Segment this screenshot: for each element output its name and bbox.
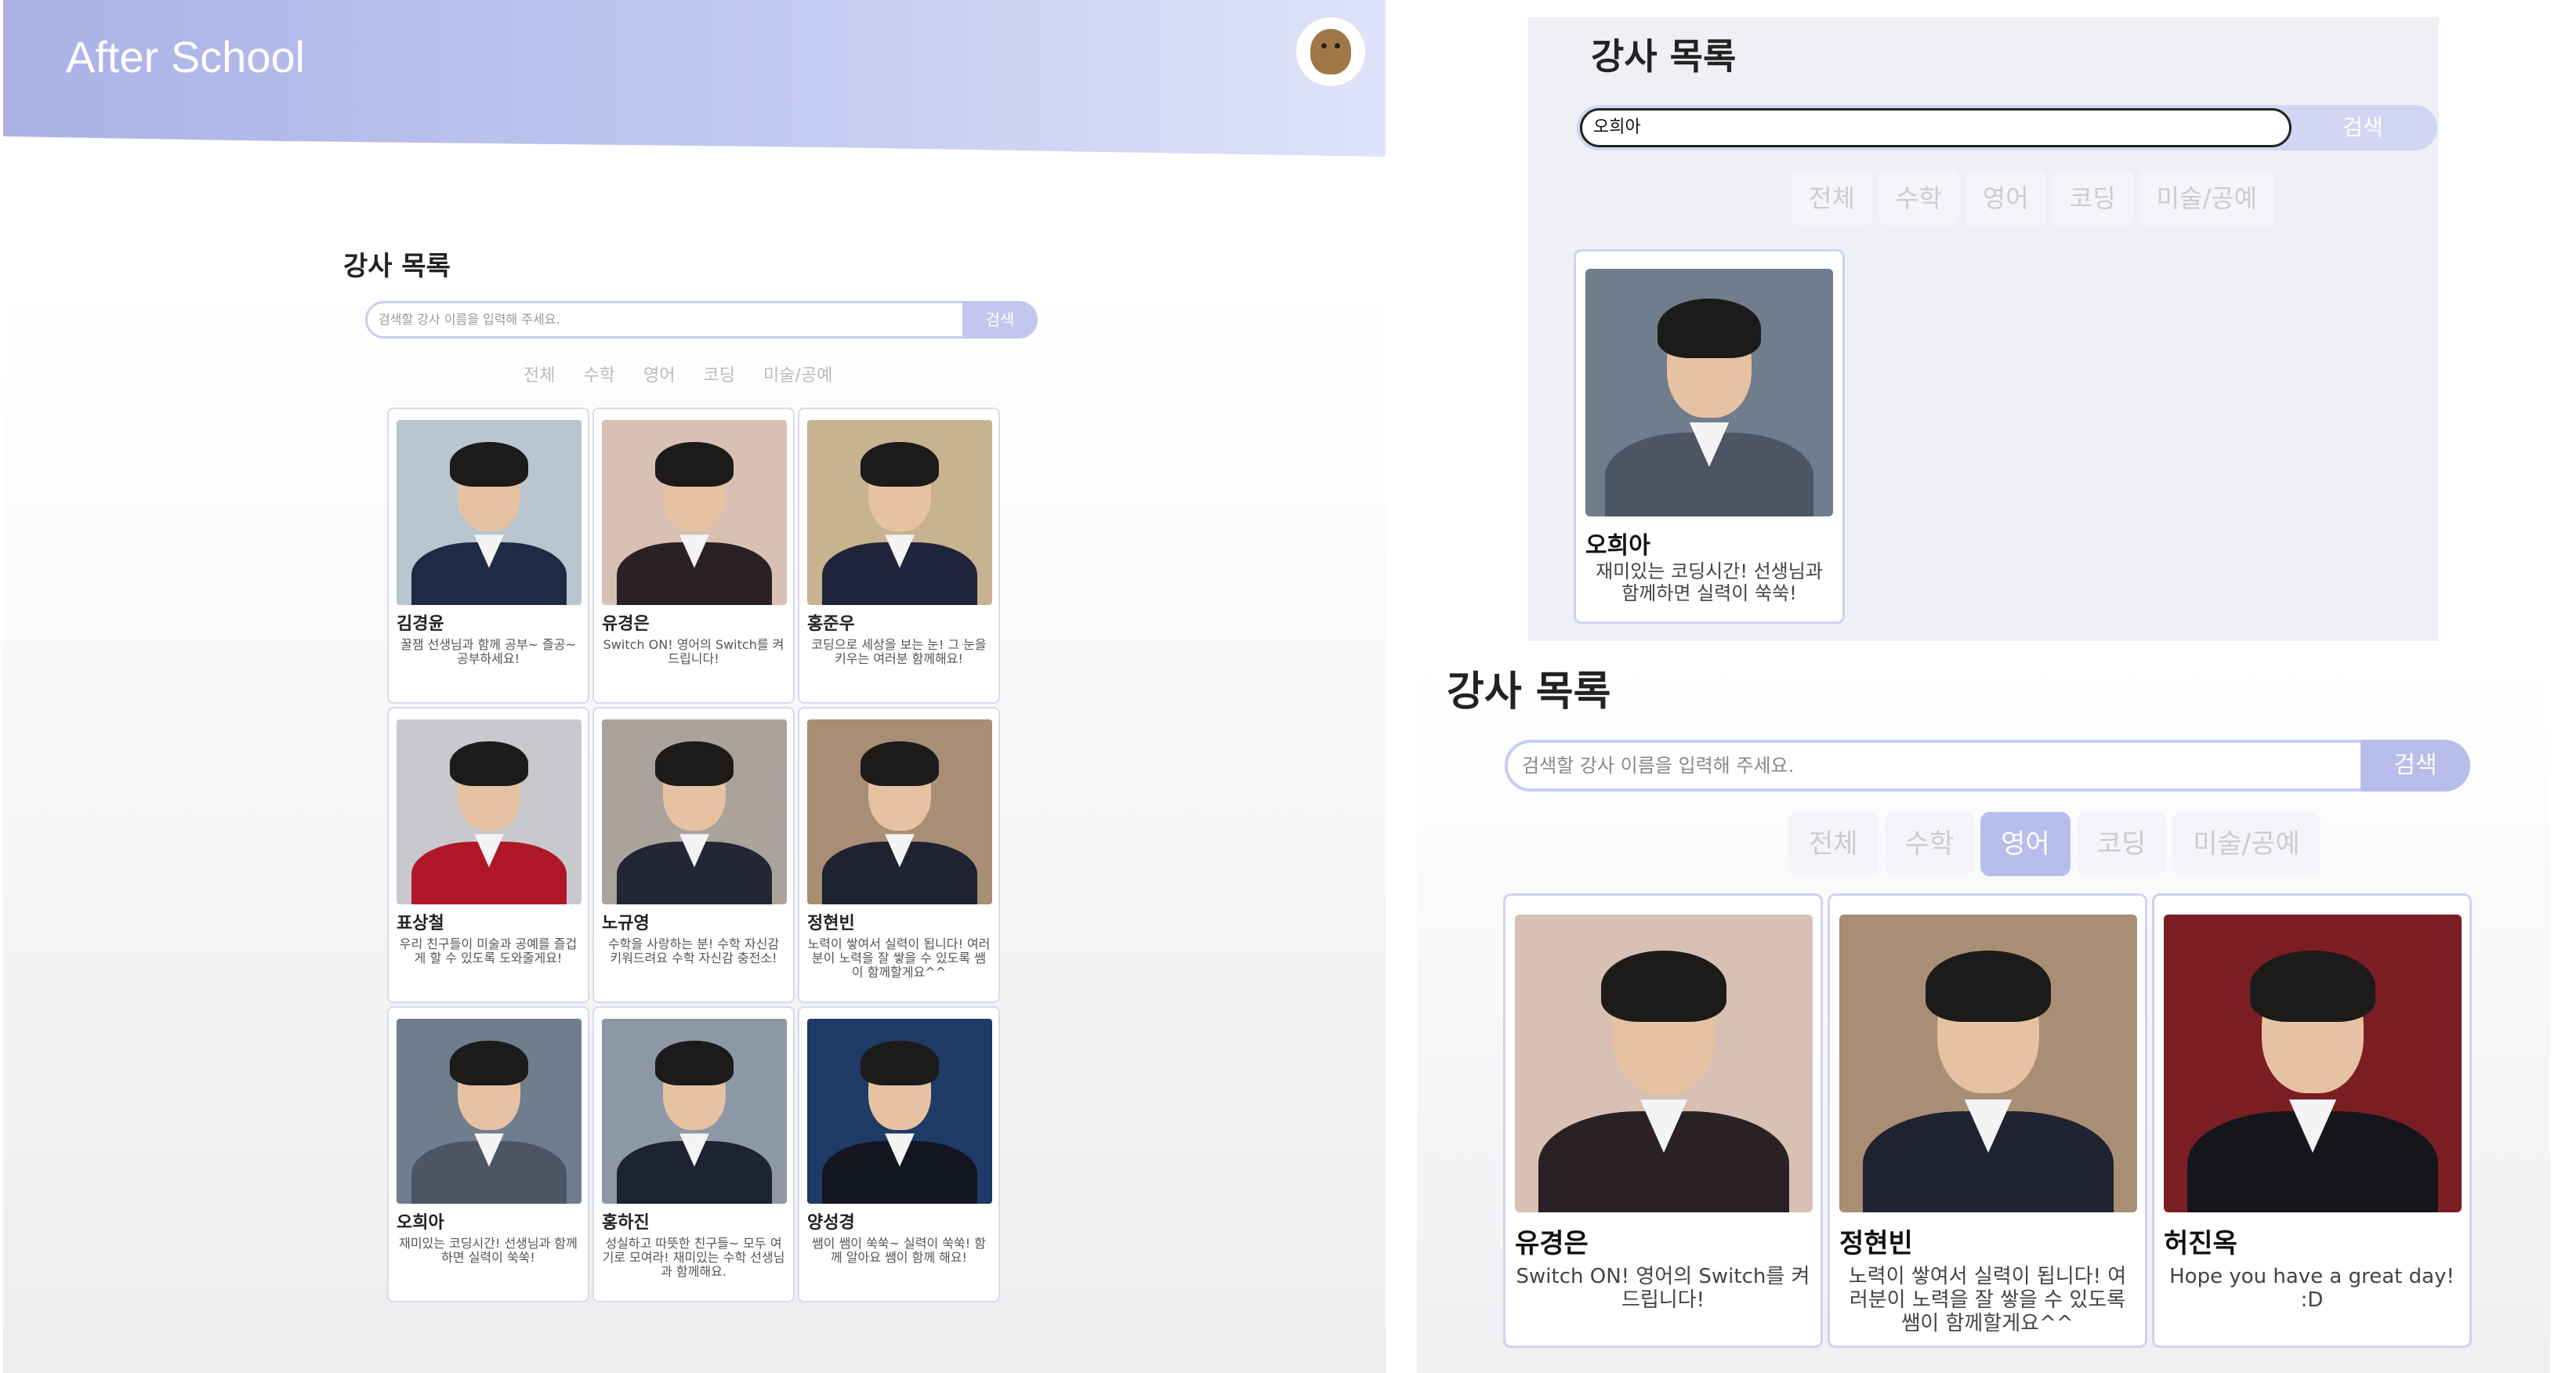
teacher-photo xyxy=(1839,915,2137,1212)
teacher-card[interactable]: 표상철우리 친구들이 미술과 공예를 즐겁게 할 수 있도록 도와줄게요! xyxy=(387,707,589,1003)
search-button[interactable]: 검색 xyxy=(2288,105,2437,150)
teacher-name: 정현빈 xyxy=(807,914,855,933)
teacher-description: 꿀잼 선생님과 함께 공부~ 즐공~ 공부하세요! xyxy=(400,637,576,666)
teacher-card[interactable]: 허진옥 Hope you have a great day! :D xyxy=(2152,893,2472,1348)
teacher-name: 오희아 xyxy=(397,1213,444,1233)
search-button[interactable]: 검색 xyxy=(962,301,1038,339)
teacher-photo xyxy=(397,420,582,605)
search-result-panel: 강사 목록 오희아 검색 전체 수학 영어 코딩 미술/공예 오희아 재미있는 코딩시간… xyxy=(1528,17,2439,641)
teacher-card[interactable]: 오희아재미있는 코딩시간! 선생님과 함께하면 실력이 쑥쑥! xyxy=(387,1006,589,1302)
teacher-description: 수학을 사랑하는 분! 수학 자신감 키워드려요 수학 자신감 충전소! xyxy=(607,936,780,965)
teacher-description: 성실하고 따뜻한 친구들~ 모두 여기로 모여라! 재미있는 수학 선생님과 함… xyxy=(602,1236,785,1279)
teacher-description: 노력이 쌓여서 실력이 됩니다! 여러분이 노력을 잘 쌓을 수 있도록 쌤이 … xyxy=(1848,1265,2127,1335)
teacher-name: 허진옥 xyxy=(2164,1228,2237,1259)
teacher-photo xyxy=(602,1019,787,1204)
teacher-card[interactable]: 유경은 Switch ON! 영어의 Switch를 켜 드립니다! xyxy=(1503,893,1823,1348)
teacher-photo xyxy=(807,1019,992,1204)
profile-avatar[interactable] xyxy=(1296,17,1365,86)
filter-tab[interactable]: 전체 xyxy=(513,360,566,392)
teacher-description: Switch ON! 영어의 Switch를 켜 드립니다! xyxy=(1516,1265,1810,1312)
teacher-photo xyxy=(1585,269,1833,516)
filter-tab[interactable]: 미술/공예 xyxy=(2172,812,2321,876)
filter-tab[interactable]: 수학 xyxy=(1884,812,1975,876)
filter-tab[interactable]: 수학 xyxy=(1878,171,1959,226)
teacher-grid: 유경은 Switch ON! 영어의 Switch를 켜 드립니다! 정현빈노력이 … xyxy=(1503,893,2472,1348)
category-filters: 전체 수학 영어 코딩 미술/공예 xyxy=(1788,812,2321,876)
search-button[interactable]: 검색 xyxy=(2360,740,2470,792)
teacher-description: 쌤이 쌤이 쑥쑥~ 실력이 쑥쑥! 함께 알아요 쌤이 함께 해요! xyxy=(812,1236,986,1265)
teacher-card[interactable]: 유경은 Switch ON! 영어의 Switch를 켜 드립니다! xyxy=(592,408,795,704)
brand-logo-text[interactable]: After School xyxy=(66,31,305,82)
page-title: 강사 목록 xyxy=(343,251,451,282)
filter-tab[interactable]: 영어 xyxy=(632,360,686,392)
teacher-grid: 김경윤꿀잼 선생님과 함께 공부~ 즐공~ 공부하세요! 유경은 Switch ON… xyxy=(387,408,1000,1302)
filter-tab[interactable]: 전체 xyxy=(1788,812,1879,876)
search-input[interactable]: 검색할 강사 이름을 입력해 주세요. xyxy=(1522,743,1794,788)
teacher-name: 정현빈 xyxy=(1839,1228,1913,1259)
teacher-photo xyxy=(2164,915,2462,1212)
teacher-photo xyxy=(807,420,992,605)
search-bar: 검색할 강사 이름을 입력해 주세요. 검색 xyxy=(1505,740,2470,792)
teacher-card[interactable]: 김경윤꿀잼 선생님과 함께 공부~ 즐공~ 공부하세요! xyxy=(387,408,589,704)
teacher-card[interactable]: 홍하진성실하고 따뜻한 친구들~ 모두 여기로 모여라! 재미있는 수학 선생님… xyxy=(592,1006,795,1302)
filter-tab[interactable]: 수학 xyxy=(572,360,625,392)
category-filters: 전체 수학 영어 코딩 미술/공예 xyxy=(513,360,843,392)
teacher-name: 김경윤 xyxy=(397,614,444,634)
teacher-description: Hope you have a great day! :D xyxy=(2169,1265,2455,1312)
teacher-card[interactable]: 노규영수학을 사랑하는 분! 수학 자신감 키워드려요 수학 자신감 충전소! xyxy=(592,707,795,1003)
teacher-name: 양성경 xyxy=(807,1213,855,1233)
search-input[interactable]: 검색할 강사 이름을 입력해 주세요. xyxy=(379,303,560,336)
filter-tab[interactable]: 코딩 xyxy=(2052,171,2133,226)
teacher-description: 노력이 쌓여서 실력이 됩니다! 여러분이 노력을 잘 쌓을 수 있도록 쌤이 … xyxy=(807,936,991,980)
search-bar: 검색할 강사 이름을 입력해 주세요. 검색 xyxy=(365,301,1038,339)
teacher-photo xyxy=(397,1019,582,1204)
teacher-photo xyxy=(1515,915,1813,1212)
teacher-card[interactable]: 정현빈노력이 쌓여서 실력이 됩니다! 여러분이 노력을 잘 쌓을 수 있도록 … xyxy=(798,707,1000,1003)
teacher-description: 코딩으로 세상을 보는 눈! 그 눈을 키우는 여러분 함께해요! xyxy=(811,637,987,666)
teacher-name: 유경은 xyxy=(1515,1228,1589,1259)
teacher-name: 표상철 xyxy=(397,914,444,933)
page-title: 강사 목록 xyxy=(1447,668,1611,715)
teacher-photo xyxy=(602,719,787,904)
search-input[interactable]: 오희아 xyxy=(1580,108,2292,147)
page-title: 강사 목록 xyxy=(1591,35,1737,78)
teacher-description: 우리 친구들이 미술과 공예를 즐겁게 할 수 있도록 도와줄게요! xyxy=(399,936,578,965)
teacher-name: 오희아 xyxy=(1585,532,1650,560)
teacher-card[interactable]: 정현빈노력이 쌓여서 실력이 됩니다! 여러분이 노력을 잘 쌓을 수 있도록 … xyxy=(1828,893,2147,1348)
search-bar: 오희아 검색 xyxy=(1577,105,2437,150)
teacher-description: Switch ON! 영어의 Switch를 켜 드립니다! xyxy=(603,637,784,666)
teacher-name: 홍하진 xyxy=(602,1213,650,1233)
teacher-photo xyxy=(397,719,582,904)
teacher-name: 유경은 xyxy=(602,614,650,634)
category-filters: 전체 수학 영어 코딩 미술/공예 xyxy=(1792,171,2275,226)
teacher-card[interactable]: 오희아 재미있는 코딩시간! 선생님과 함께하면 실력이 쑥쑥! xyxy=(1574,249,1845,624)
filter-tab[interactable]: 미술/공예 xyxy=(2139,171,2275,226)
teacher-photo xyxy=(807,719,992,904)
teacher-name: 노규영 xyxy=(602,914,650,933)
teacher-description: 재미있는 코딩시간! 선생님과 함께하면 실력이 쑥쑥! xyxy=(399,1236,578,1265)
teacher-card[interactable]: 홍준우코딩으로 세상을 보는 눈! 그 눈을 키우는 여러분 함께해요! xyxy=(798,408,1000,704)
filter-tab[interactable]: 영어 xyxy=(1980,812,2071,876)
main-page-panel: After School 강사 목록 검색할 강사 이름을 입력해 주세요. 검… xyxy=(3,0,1386,1373)
potato-mascot-icon xyxy=(1310,29,1351,74)
filter-tab[interactable]: 영어 xyxy=(1965,171,2046,226)
filter-tab[interactable]: 코딩 xyxy=(2076,812,2167,876)
teacher-name: 홍준우 xyxy=(807,614,855,634)
filter-tab[interactable]: 코딩 xyxy=(692,360,745,392)
teacher-description: 재미있는 코딩시간! 선생님과 함께하면 실력이 쑥쑥! xyxy=(1596,560,1823,604)
filter-tab[interactable]: 전체 xyxy=(1792,171,1872,226)
filter-tab[interactable]: 미술/공예 xyxy=(752,360,843,392)
teacher-photo xyxy=(602,420,787,605)
filter-result-panel: 강사 목록 검색할 강사 이름을 입력해 주세요. 검색 전체 수학 영어 코딩 미술/… xyxy=(1417,654,2550,1373)
teacher-card[interactable]: 양성경쌤이 쌤이 쑥쑥~ 실력이 쑥쑥! 함께 알아요 쌤이 함께 해요! xyxy=(798,1006,1000,1302)
